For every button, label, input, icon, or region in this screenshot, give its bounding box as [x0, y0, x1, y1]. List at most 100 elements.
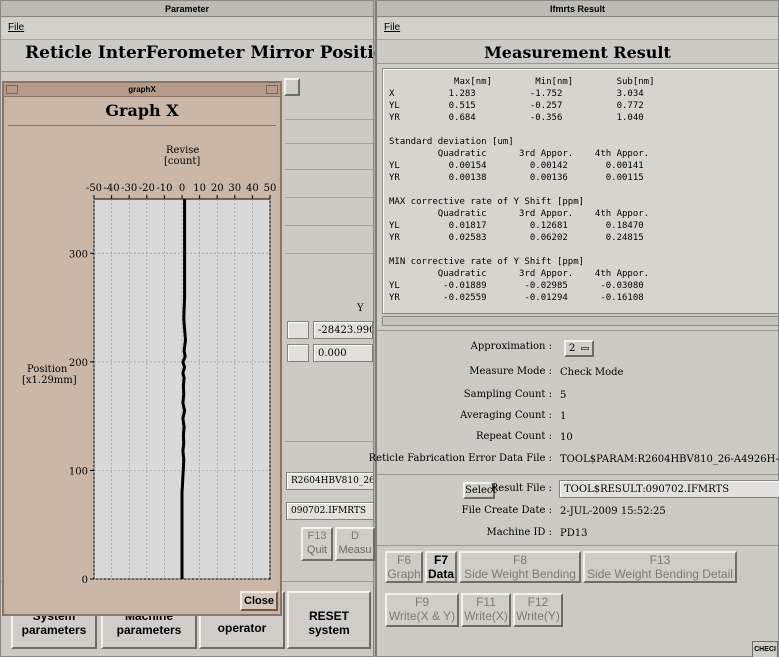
swbd-label: Side Weight Bending Detail	[587, 567, 733, 581]
result-window: Ifmrts Result File Measurement Result Ma…	[369, 0, 779, 657]
parameter-menubar: File	[1, 18, 373, 40]
rfe-label: Reticle Fabrication Error Data File :	[368, 453, 552, 464]
averaging-value: 1	[560, 411, 567, 422]
x-tick-label: -20	[139, 183, 155, 194]
result-menubar: File	[377, 18, 778, 40]
measure-fkey: D	[351, 530, 359, 542]
param-result-field[interactable]: 090702.IFMRTS	[286, 502, 374, 520]
result-text-line: Standard deviation [um]	[389, 137, 514, 147]
side-weight-bending-detail-button[interactable]: F13 Side Weight Bending Detail	[583, 551, 737, 583]
graph-fkey: F6	[396, 553, 411, 567]
result-text-line: YL 0.01817 0.12681 0.18470	[389, 221, 644, 231]
side-weight-bending-button[interactable]: F8 Side Weight Bending	[459, 551, 581, 583]
x-tick-label: -10	[156, 183, 172, 194]
corner-check-label: CHECI	[754, 646, 776, 653]
graph-minimize-icon[interactable]	[6, 85, 18, 94]
result-text-line	[389, 124, 655, 136]
result-file-label: Result File :	[490, 483, 552, 494]
x-tick-label: 10	[193, 183, 206, 194]
graph-button[interactable]: F6 Graph	[385, 551, 423, 583]
x-tick-label: -40	[104, 183, 120, 194]
write-y-label: Write(Y)	[516, 609, 560, 623]
measure-label: Measu	[338, 544, 372, 556]
result-text-line: YL 0.00154 0.00142 0.00141	[389, 161, 644, 171]
result-text-line: Max[nm] Min[nm] Sub[nm]	[389, 77, 655, 87]
approx-dropdown[interactable]: 2	[564, 340, 594, 357]
param-field-2[interactable]	[287, 344, 309, 362]
write-xy-fkey: F9	[414, 595, 429, 609]
sampling-value: 5	[560, 390, 567, 401]
swb-fkey: F8	[512, 553, 527, 567]
param-field-y-value[interactable]: -28423.990	[313, 321, 373, 339]
operator-label: operator	[217, 621, 267, 635]
graph-close-button[interactable]: Close	[240, 591, 278, 611]
write-x-button[interactable]: F11 Write(X)	[461, 593, 511, 627]
result-text-line: YR 0.02583 0.06202 0.24815	[389, 233, 644, 243]
x-tick-label: -30	[121, 183, 137, 194]
result-text-line: X 1.283 -1.752 3.034	[389, 89, 644, 99]
create-date-value: 2-JUL-2009 15:52:25	[560, 506, 666, 517]
param-field-1[interactable]	[287, 321, 309, 339]
sampling-label: Sampling Count :	[463, 389, 552, 400]
corner-check-fragment[interactable]: CHECI	[752, 641, 778, 657]
machine-id-value: PD13	[560, 528, 588, 539]
result-window-title: Ifmrts Result	[377, 1, 778, 17]
result-file-menu[interactable]: File	[384, 22, 400, 33]
swbd-fkey: F13	[649, 553, 671, 567]
write-y-fkey: F12	[527, 595, 549, 609]
swb-label: Side Weight Bending	[464, 567, 576, 581]
result-text-line: Quadratic 3rd Appor. 4th Appor.	[389, 269, 650, 279]
mode-value: Check Mode	[560, 367, 624, 378]
write-y-button[interactable]: F12 Write(Y)	[513, 593, 563, 627]
result-text-line: MAX corrective rate of Y Shift [ppm]	[389, 197, 585, 207]
result-text-line: YL -0.01889 -0.02985 -0.03080	[389, 281, 644, 291]
repeat-label: Repeat Count :	[475, 431, 552, 442]
y-tick-label: 100	[69, 466, 88, 477]
write-x-label: Write(X)	[464, 609, 508, 623]
y-tick-label: 200	[69, 358, 88, 369]
close-label: Close	[244, 595, 274, 607]
result-heading: Measurement Result	[484, 43, 671, 62]
param-measure-button[interactable]: D Measu	[335, 527, 375, 561]
param-file-field[interactable]: R2604HBV810_26-A	[286, 472, 374, 490]
graph-window-title: graphX	[128, 85, 156, 94]
param-y-label: Y	[357, 303, 364, 314]
result-text-area[interactable]: Max[nm] Min[nm] Sub[nm] X 1.283 -1.752 3.…	[382, 68, 779, 314]
y-tick-label: 300	[69, 249, 88, 260]
data-button[interactable]: F7 Data	[425, 551, 457, 583]
data-fkey: F7	[433, 553, 448, 567]
quit-fkey: F13	[307, 530, 327, 542]
result-text-line: YL 0.515 -0.257 0.772	[389, 101, 644, 111]
y-tick-label: 0	[82, 575, 88, 586]
param-field-y-zero[interactable]: 0.000	[313, 344, 373, 362]
reset-system-button[interactable]: RESET system	[287, 591, 371, 649]
graph-panel: Graph X Revise [count] Position [x1.29mm…	[8, 99, 278, 611]
x-tick-label: 30	[228, 183, 241, 194]
parameter-file-menu[interactable]: File	[8, 22, 24, 33]
reset-system-label: RESET system	[308, 609, 350, 637]
result-text-line: YR 0.684 -0.356 1.040	[389, 113, 644, 123]
result-text-line: YR 0.00138 0.00136 0.00115	[389, 173, 644, 183]
result-splitter[interactable]	[382, 316, 779, 326]
write-xy-button[interactable]: F9 Write(X & Y)	[385, 593, 459, 627]
result-text-line: Quadratic 3rd Appor. 4th Appor.	[389, 149, 650, 159]
graph-maximize-icon[interactable]	[266, 85, 278, 94]
graph-titlebar[interactable]: graphX	[4, 83, 280, 97]
graph-label: Graph	[387, 567, 421, 581]
result-file-field[interactable]: TOOL$RESULT:090702.IFMRTS	[559, 480, 779, 498]
x-tick-label: -50	[86, 183, 102, 194]
create-date-label: File Create Date :	[461, 505, 552, 516]
parameter-dropdown-fragment[interactable]	[284, 78, 300, 96]
quit-label: Quit	[306, 544, 328, 556]
graph-window: graphX Graph X Revise [count] Position […	[2, 81, 282, 616]
param-quit-button[interactable]: F13 Quit	[301, 527, 333, 561]
result-text-line: Quadratic 3rd Appor. 4th Appor.	[389, 209, 650, 219]
x-tick-label: 50	[264, 183, 276, 194]
result-text-line: YR -0.02559 -0.01294 -0.16108	[389, 293, 644, 303]
approx-label: Approximation :	[470, 341, 552, 352]
chevron-down-icon	[581, 347, 589, 350]
result-text-line	[389, 244, 655, 256]
x-tick-label: 40	[246, 183, 259, 194]
x-tick-label: 20	[211, 183, 224, 194]
result-text-line	[389, 184, 655, 196]
